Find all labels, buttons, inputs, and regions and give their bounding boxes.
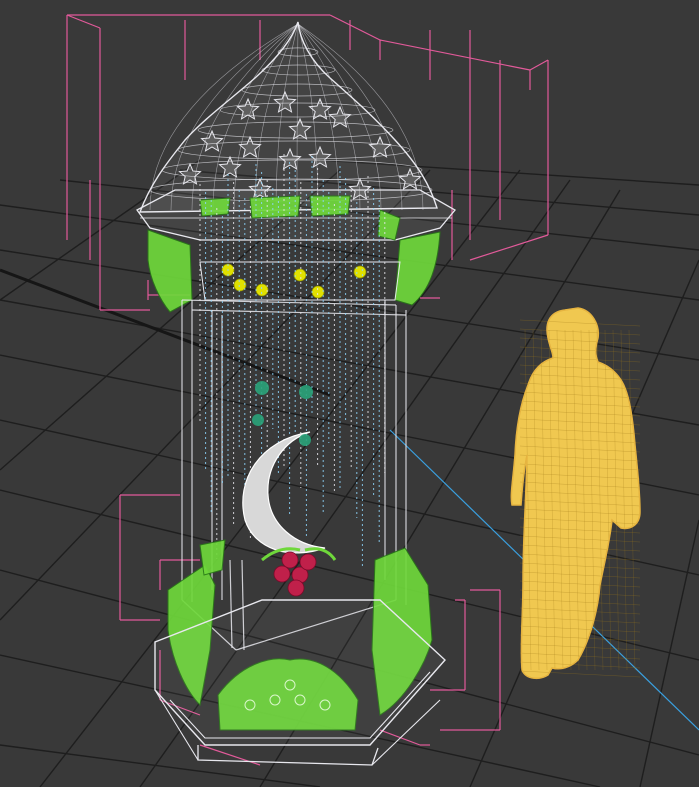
green-ornament [309,195,351,217]
green-ornament [199,197,231,217]
flower-bloom [273,565,291,583]
yellow-ornament [255,283,269,297]
scene-canvas[interactable] [0,0,699,787]
teal-ornament [255,381,269,395]
green-ornament [199,539,226,576]
yellow-ornament [353,265,367,279]
flower-bloom [281,551,299,569]
yellow-ornament [293,268,307,282]
green-ornament [249,195,301,219]
yellow-ornament [311,285,325,299]
yellow-ornament [233,278,247,292]
teal-ornament [299,385,313,399]
flower-bloom [299,553,317,571]
3d-viewport[interactable] [0,0,699,787]
flower-bloom [287,579,305,597]
teal-ornament [252,414,264,426]
teal-ornament [299,434,311,446]
